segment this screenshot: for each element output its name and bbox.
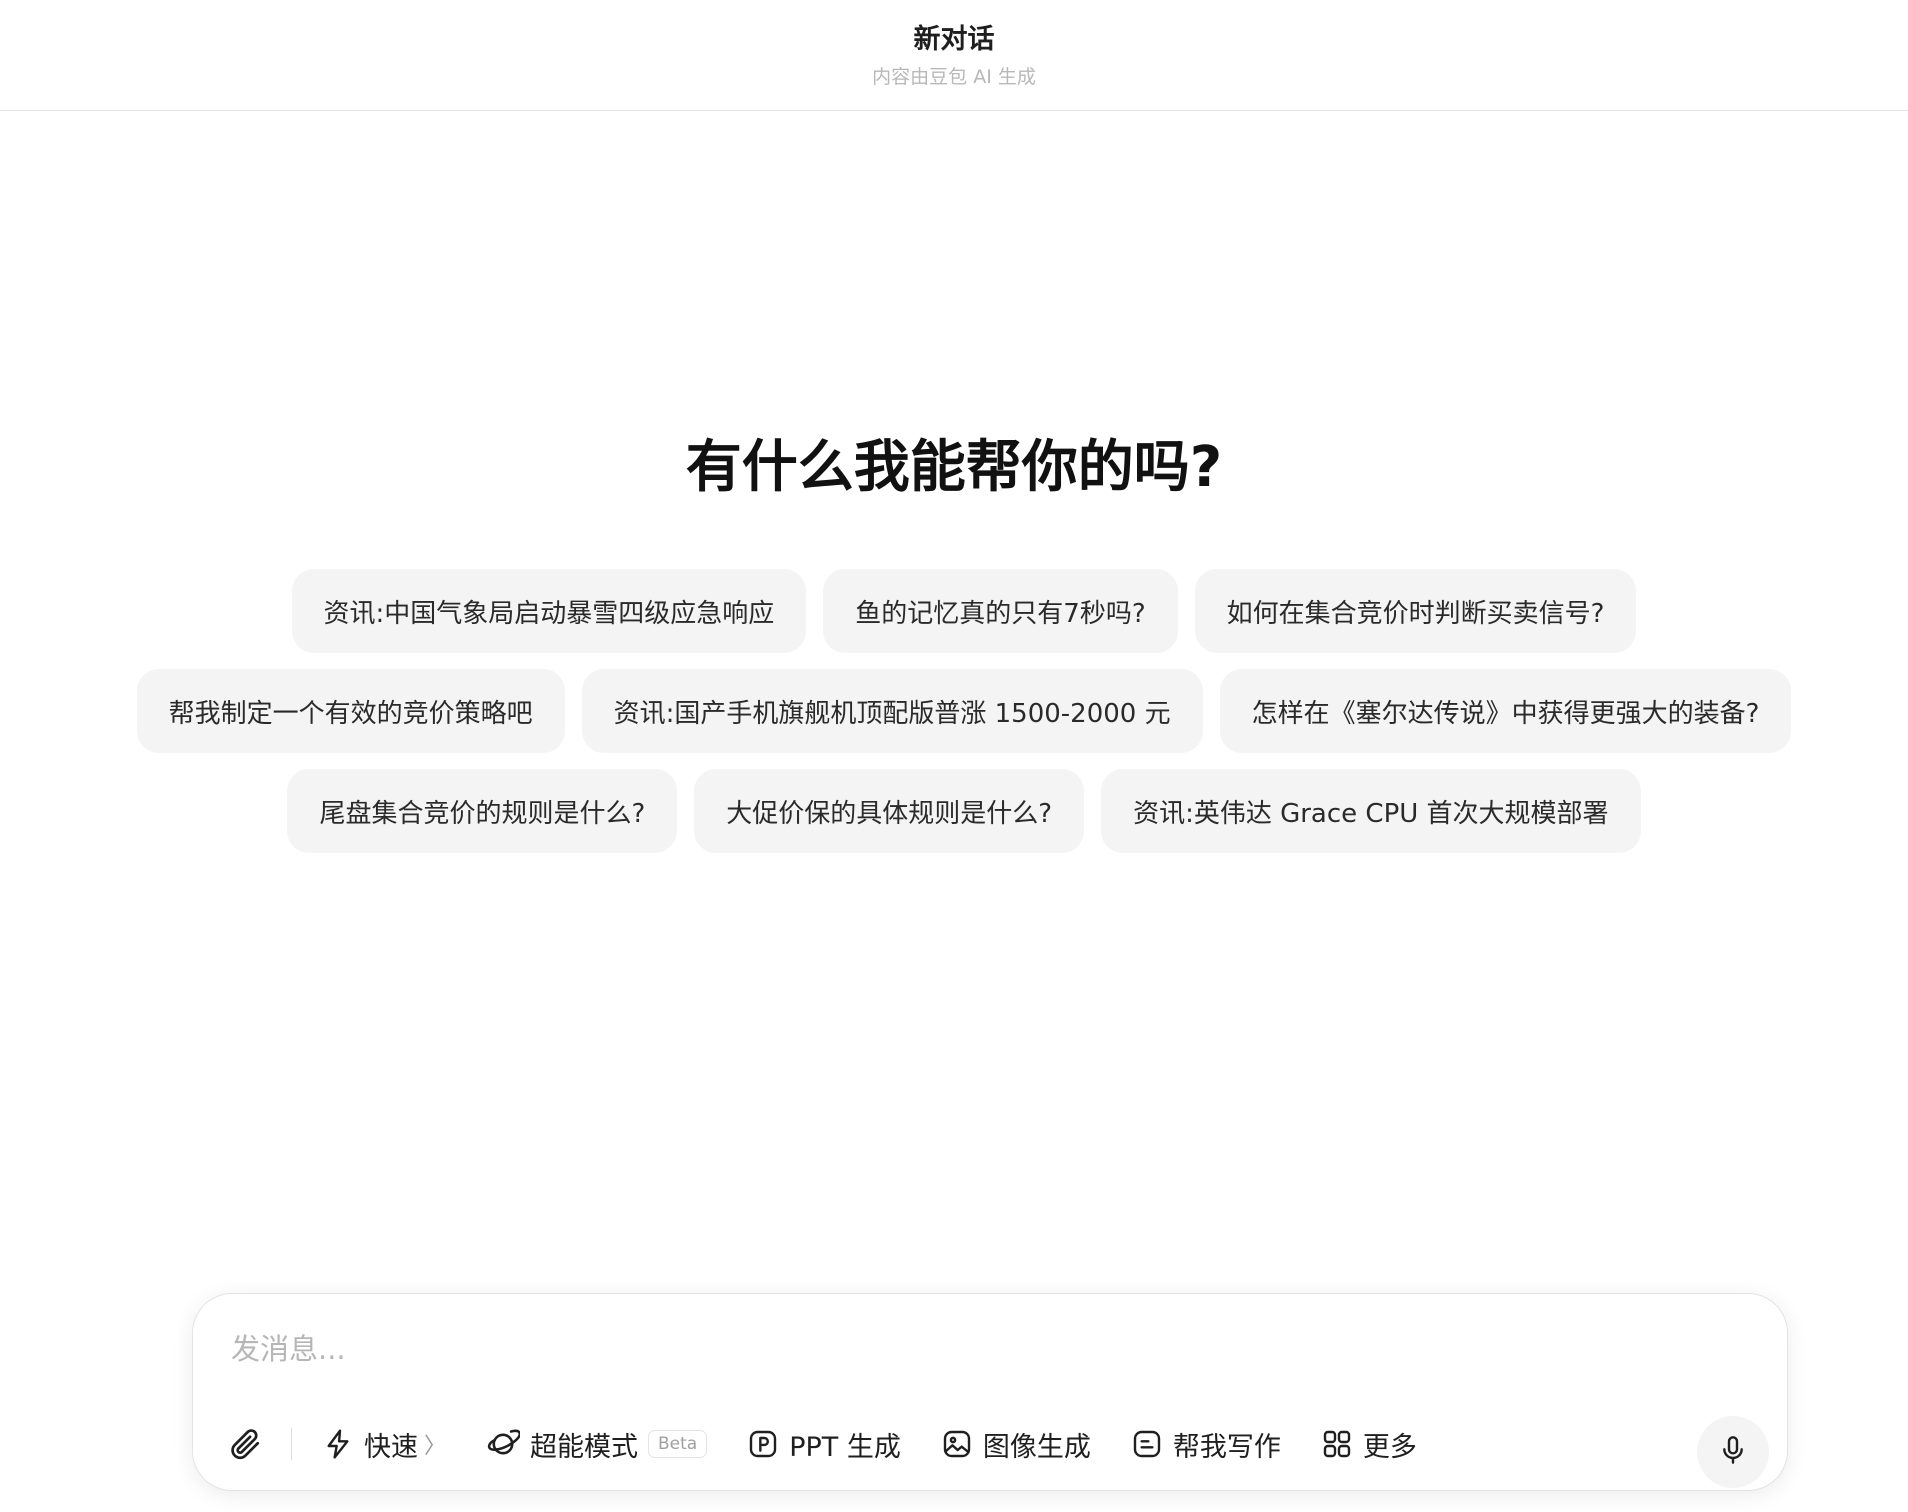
suggestion-chip[interactable]: 资讯:中国气象局启动暴雪四级应急响应 (291, 569, 807, 653)
welcome-heading: 有什么我能帮你的吗? (685, 435, 1223, 500)
planet-icon (486, 1427, 521, 1461)
chat-page: 新对话 内容由豆包 AI 生成 有什么我能帮你的吗? 资讯:中国气象局启动暴雪四… (0, 0, 1908, 1512)
grid-icon (1321, 1428, 1353, 1460)
ppt-generate-label: PPT 生成 (789, 1431, 901, 1463)
more-tools-button[interactable]: 更多 (1321, 1414, 1417, 1474)
suggestion-chip[interactable]: 资讯:英伟达 Grace CPU 首次大规模部署 (1101, 769, 1641, 853)
super-mode-label: 超能模式 (530, 1431, 639, 1463)
message-input[interactable] (231, 1324, 1731, 1374)
attach-button[interactable] (227, 1414, 263, 1474)
suggestion-chip[interactable]: 资讯:国产手机旗舰机顶配版普涨 1500-2000 元 (581, 669, 1203, 753)
fast-mode-label: 快速 (364, 1431, 418, 1463)
writing-icon (1131, 1428, 1163, 1460)
ppt-icon (747, 1428, 779, 1460)
writing-assist-label: 帮我写作 (1172, 1431, 1281, 1463)
microphone-icon (1717, 1434, 1749, 1470)
more-tools-label: 更多 (1362, 1431, 1417, 1463)
voice-input-button[interactable] (1697, 1416, 1769, 1488)
suggestion-row-1: 资讯:中国气象局启动暴雪四级应急响应 鱼的记忆真的只有7秒吗? 如何在集合竞价时… (10, 569, 1908, 653)
image-icon (941, 1428, 973, 1460)
conversation-title: 新对话 (913, 24, 995, 55)
image-generate-label: 图像生成 (982, 1431, 1091, 1463)
ppt-generate-button[interactable]: PPT 生成 (747, 1414, 901, 1474)
suggestion-chip[interactable]: 尾盘集合竞价的规则是什么? (287, 769, 678, 853)
suggestion-chip[interactable]: 怎样在《塞尔达传说》中获得更强大的装备? (1219, 669, 1792, 753)
chevron-right-icon: 〉 (424, 1434, 447, 1459)
suggestion-chip[interactable]: 如何在集合竞价时判断买卖信号? (1194, 569, 1637, 653)
toolbar-divider (291, 1428, 292, 1460)
image-generate-button[interactable]: 图像生成 (941, 1414, 1091, 1474)
suggestion-chip[interactable]: 帮我制定一个有效的竞价策略吧 (136, 669, 565, 753)
fast-mode-button[interactable]: 快速 〉 (322, 1414, 446, 1474)
message-composer: 快速 〉 超能模式 Beta (192, 1293, 1788, 1491)
paperclip-icon (227, 1426, 263, 1462)
suggestion-chip[interactable]: 大促价保的具体规则是什么? (694, 769, 1085, 853)
writing-assist-button[interactable]: 帮我写作 (1131, 1414, 1281, 1474)
top-header: 新对话 内容由豆包 AI 生成 (0, 0, 1908, 111)
suggestion-row-3: 尾盘集合竞价的规则是什么? 大促价保的具体规则是什么? 资讯:英伟达 Grace… (10, 769, 1908, 853)
suggestion-chip[interactable]: 鱼的记忆真的只有7秒吗? (823, 569, 1178, 653)
lightning-icon (322, 1427, 354, 1461)
suggestion-row-2: 帮我制定一个有效的竞价策略吧 资讯:国产手机旗舰机顶配版普涨 1500-2000… (10, 669, 1908, 753)
composer-toolbar: 快速 〉 超能模式 Beta PPT 生成 图像生成 帮我写作 更多 (227, 1414, 1417, 1474)
ai-generated-notice: 内容由豆包 AI 生成 (872, 66, 1036, 88)
beta-badge: Beta (648, 1430, 708, 1458)
super-mode-button[interactable]: 超能模式 Beta (486, 1414, 708, 1474)
